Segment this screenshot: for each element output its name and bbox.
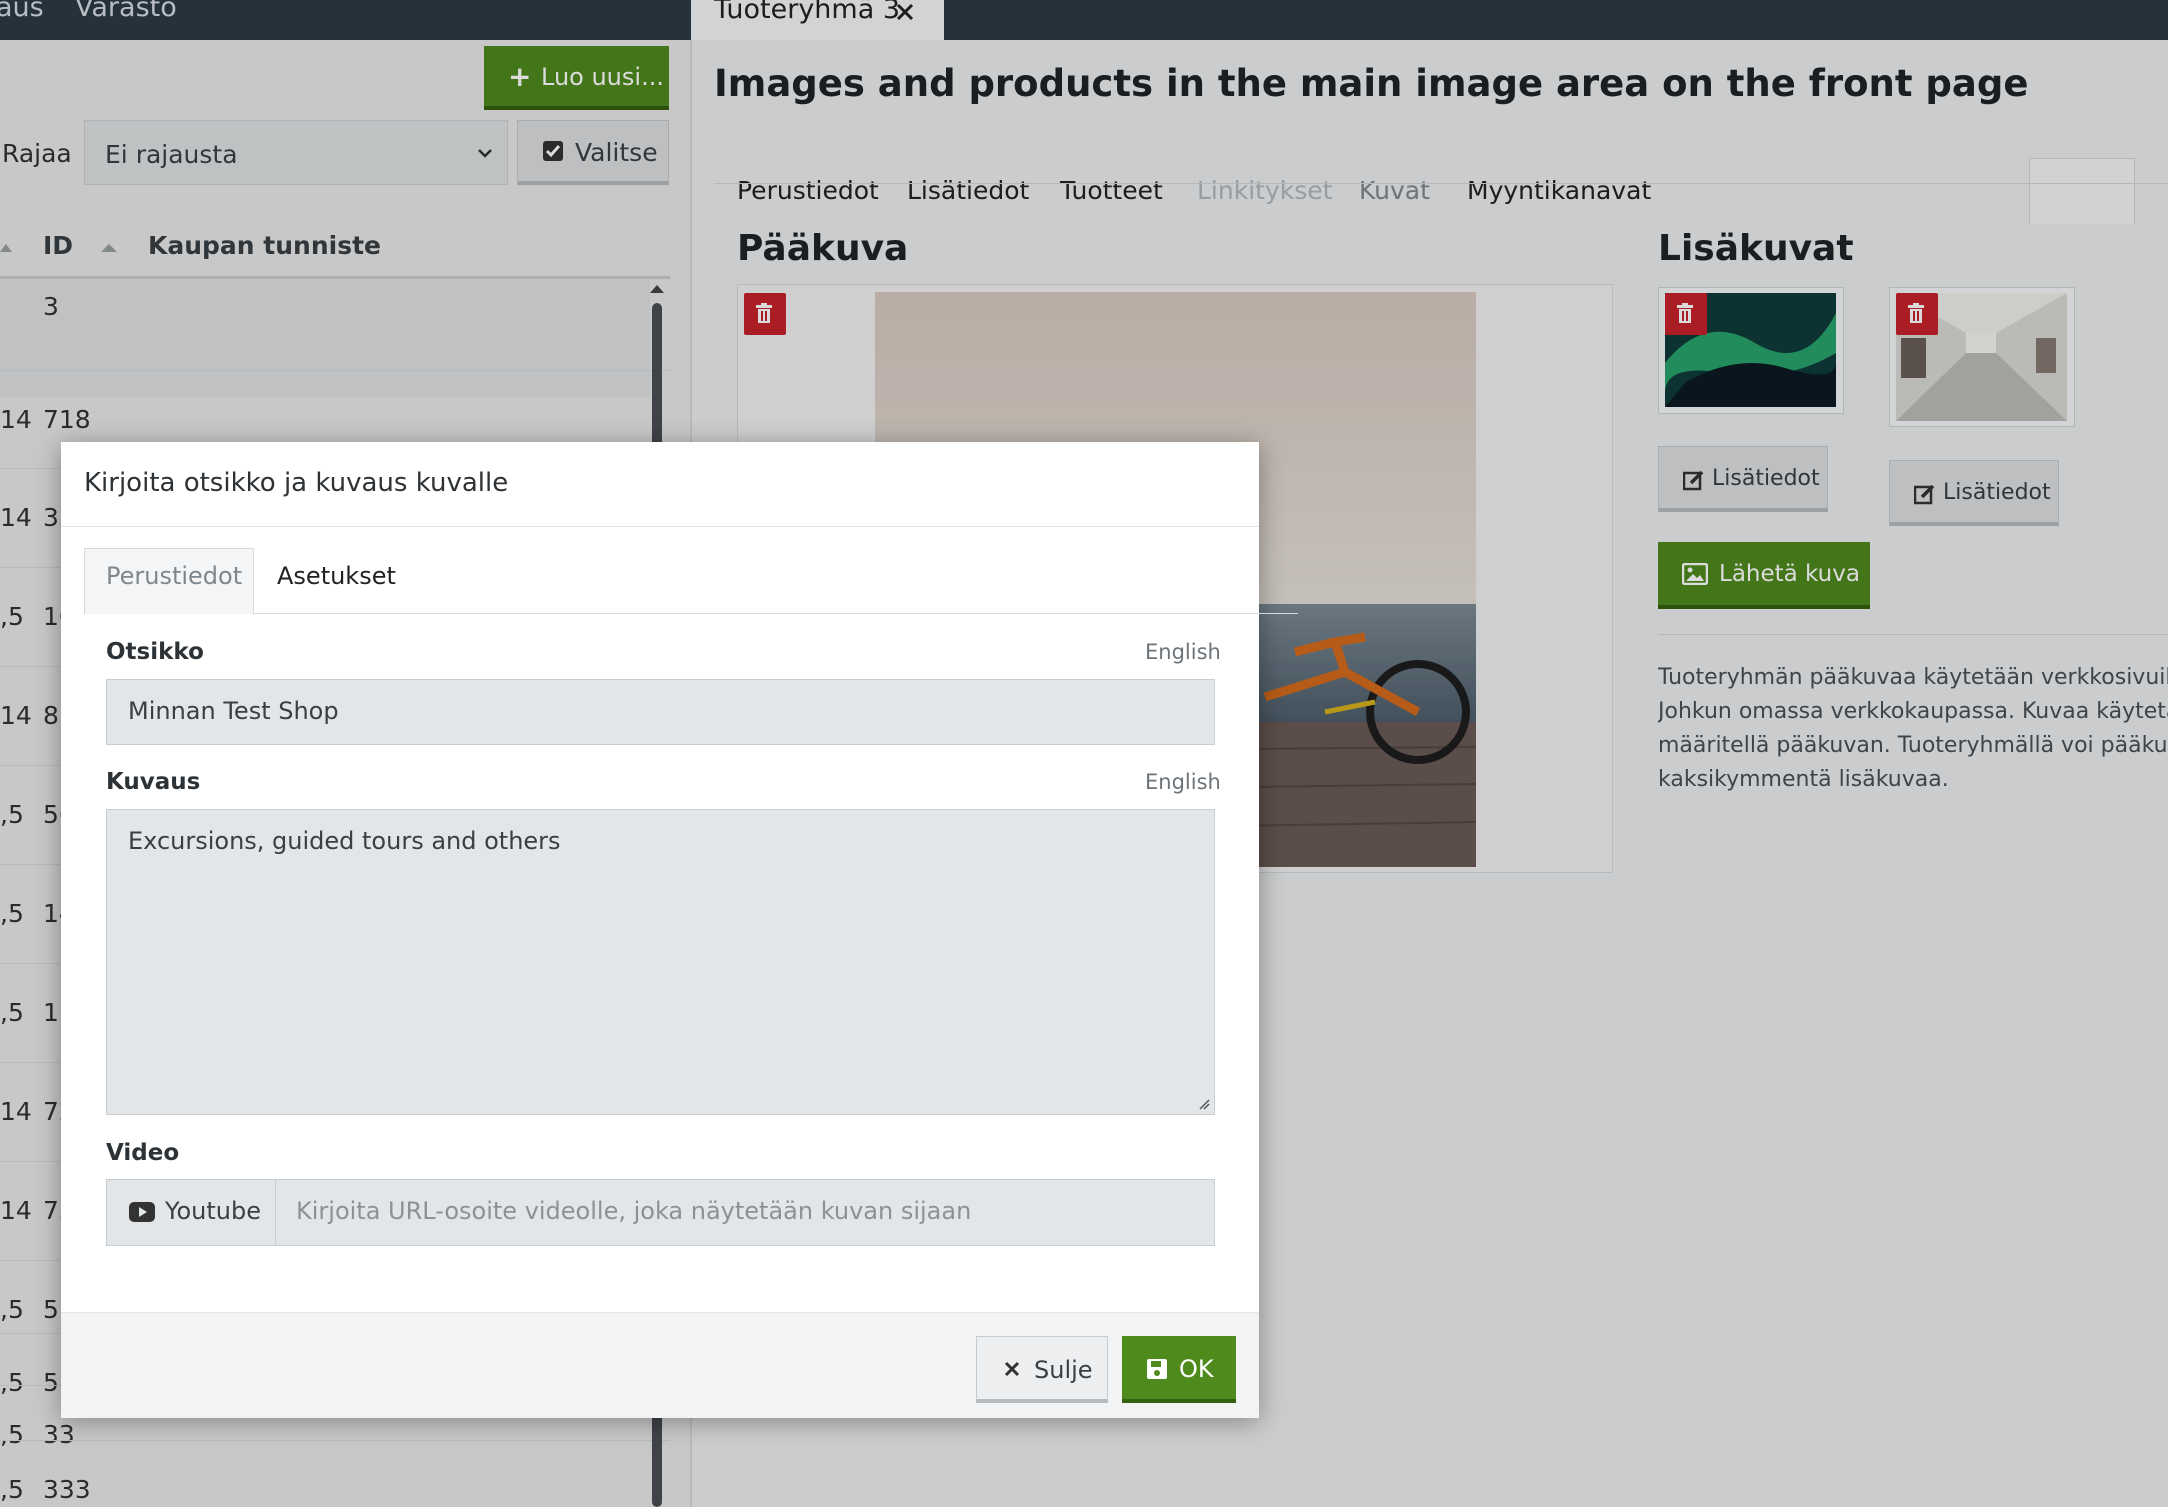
close-button[interactable]: Sulje — [976, 1336, 1108, 1403]
dialog-title: Kirjoita otsikko ja kuvaus kuvalle — [84, 468, 509, 498]
dialog-tab-asetukset[interactable]: Asetukset — [277, 562, 396, 590]
title-input-value: Minnan Test Shop — [128, 697, 339, 725]
dialog-header-divider — [61, 526, 1259, 527]
description-label: Kuvaus — [106, 769, 201, 795]
description-language[interactable]: English — [1145, 770, 1221, 794]
image-caption-dialog: Kirjoita otsikko ja kuvaus kuvalle Perus… — [61, 442, 1298, 1418]
ok-button-label: OK — [1179, 1355, 1214, 1383]
close-button-label: Sulje — [1034, 1356, 1093, 1384]
description-value: Excursions, guided tours and others — [128, 827, 561, 855]
title-language[interactable]: English — [1145, 640, 1221, 664]
video-url-input[interactable]: Kirjoita URL-osoite videolle, joka näyte… — [296, 1197, 971, 1225]
dialog-tabs-underline — [254, 613, 1298, 614]
video-label: Video — [106, 1140, 180, 1166]
resize-handle-icon[interactable] — [1198, 1098, 1210, 1110]
close-icon — [1004, 1361, 1020, 1377]
dialog-footer: Sulje OK — [61, 1312, 1259, 1418]
youtube-icon — [129, 1202, 155, 1222]
save-icon — [1147, 1359, 1167, 1379]
title-input[interactable]: Minnan Test Shop — [106, 679, 1215, 745]
ok-button[interactable]: OK — [1122, 1336, 1236, 1403]
dialog-tab-perustiedot[interactable]: Perustiedot — [106, 562, 242, 590]
video-addon: Youtube — [107, 1180, 276, 1245]
description-textarea[interactable]: Excursions, guided tours and others — [106, 809, 1215, 1115]
title-label: Otsikko — [106, 639, 204, 665]
video-addon-label: Youtube — [165, 1197, 261, 1225]
video-input-group: Youtube Kirjoita URL-osoite videolle, jo… — [106, 1179, 1215, 1246]
